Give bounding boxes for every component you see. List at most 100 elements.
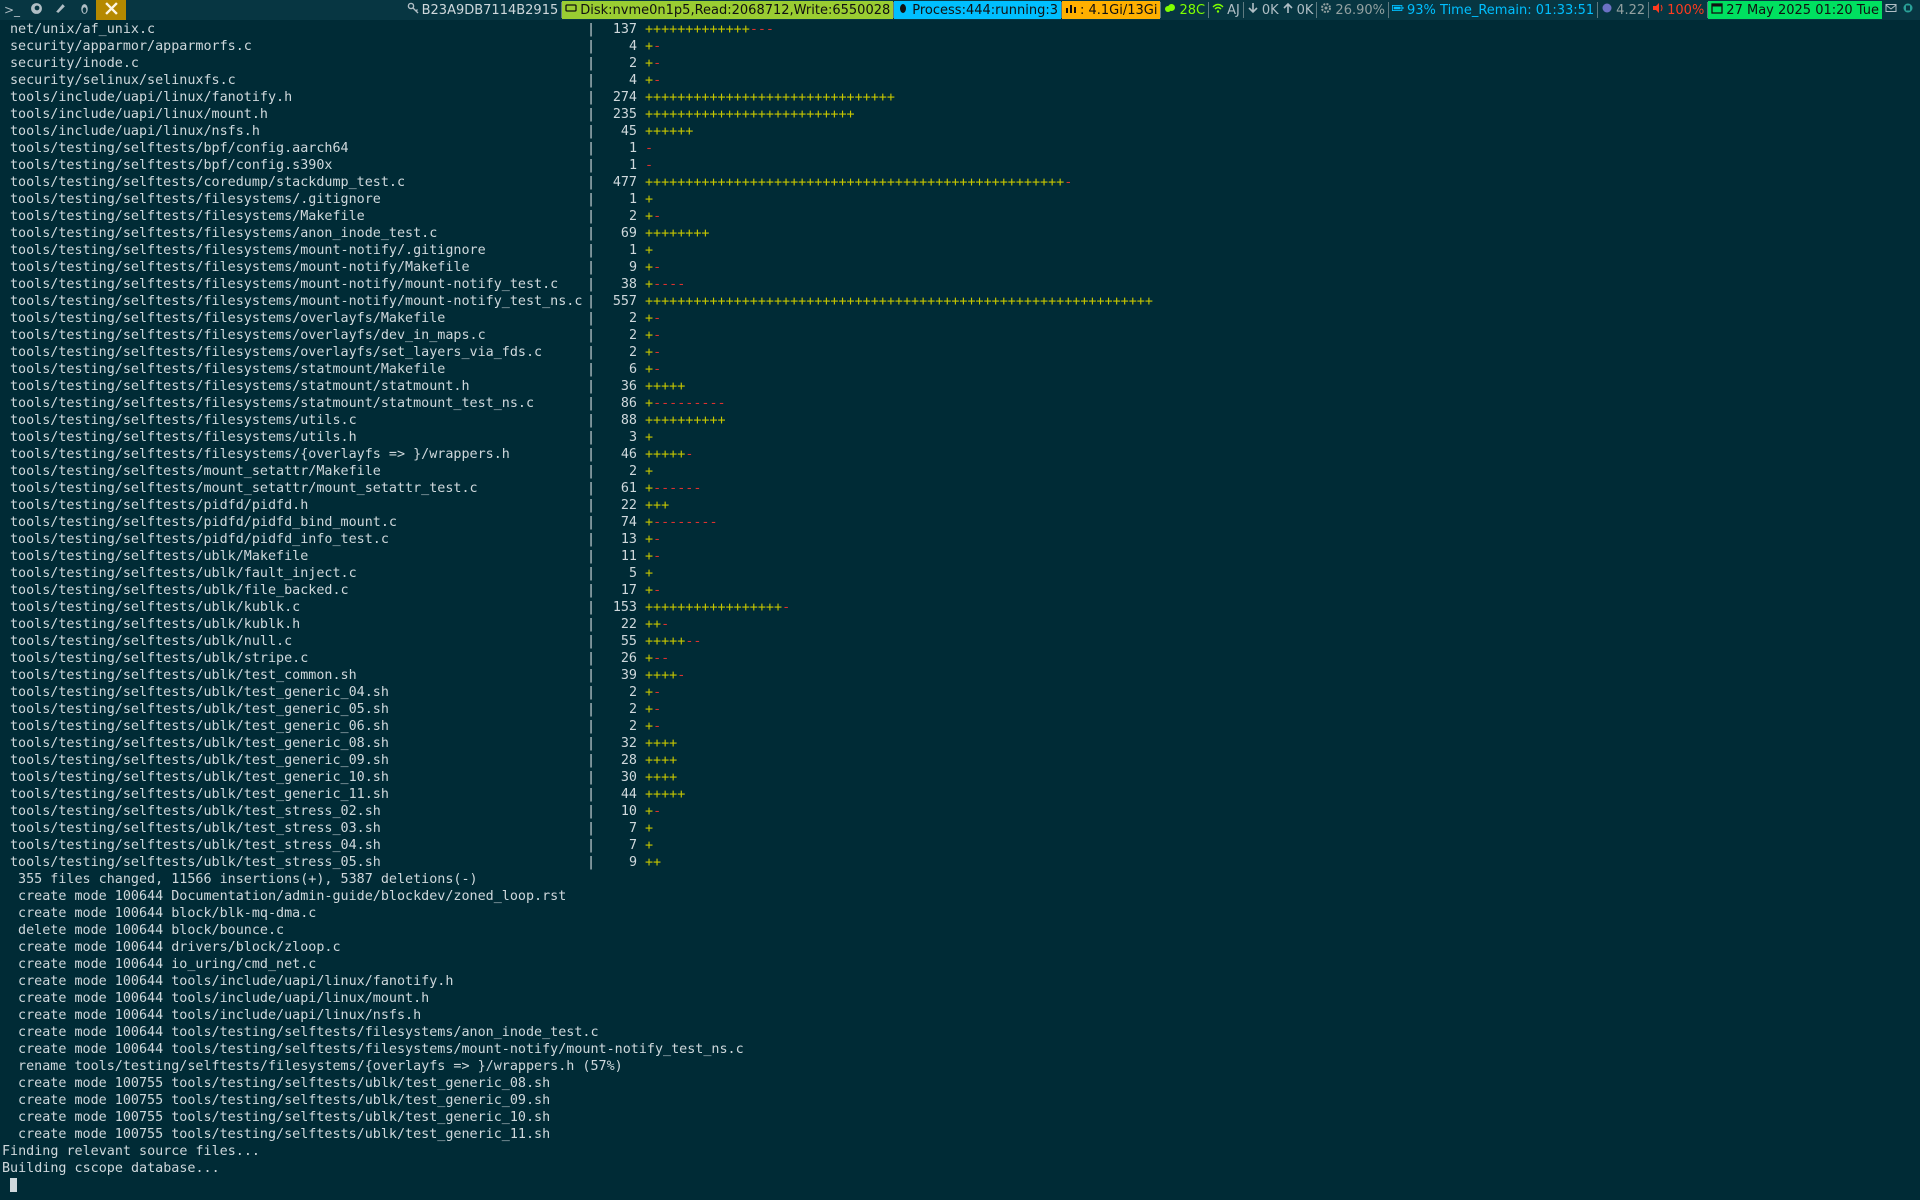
change-graph: +	[637, 463, 653, 480]
workspace-chat[interactable]	[48, 0, 72, 20]
insertions-bar: +	[645, 583, 654, 598]
workspace-tools[interactable]	[96, 0, 126, 20]
change-count: 13	[620, 532, 637, 547]
change-graph: +	[637, 191, 653, 208]
tools-icon	[104, 2, 118, 18]
change-graph: +	[637, 429, 653, 446]
output-line: create mode 100755 tools/testing/selftes…	[10, 1127, 551, 1142]
column-separator: |	[587, 90, 596, 105]
insertions-bar: +	[645, 73, 654, 88]
file-path: tools/testing/selftests/ublk/test_stress…	[10, 804, 381, 819]
file-path: tools/testing/selftests/pidfd/pidfd_info…	[10, 532, 389, 547]
diffstat-row: tools/testing/selftests/filesystems/util…	[10, 429, 1910, 446]
column-separator: |	[587, 345, 596, 360]
file-path: tools/include/uapi/linux/nsfs.h	[10, 124, 260, 139]
column-separator: |	[587, 430, 596, 445]
prompt-line[interactable]	[10, 1177, 1910, 1194]
diffstat-row: tools/testing/selftests/ublk/stripe.c | 26…	[10, 650, 1910, 667]
change-count: 2	[628, 685, 637, 700]
file-path: tools/testing/selftests/filesystems/Make…	[10, 209, 365, 224]
deletions-bar: -	[1064, 175, 1073, 190]
diffstat-row: tools/testing/selftests/ublk/file_backed…	[10, 582, 1910, 599]
insertions-bar: +	[645, 702, 654, 717]
calendar-icon	[1711, 2, 1723, 18]
change-count: 153	[612, 600, 637, 615]
cpu-segment: 26.90%	[1317, 0, 1388, 20]
cloud-icon	[1164, 2, 1176, 18]
change-graph: +-	[637, 718, 661, 735]
diffstat-row: tools/testing/selftests/filesystems/over…	[10, 327, 1910, 344]
diffstat-row: tools/testing/selftests/ublk/test_generi…	[10, 752, 1910, 769]
column-separator: |	[587, 719, 596, 734]
battery-segment: 93% Time_Remain: 01:33:51	[1389, 0, 1597, 20]
change-graph: +	[637, 837, 653, 854]
process-status: Process:444:running:3	[912, 2, 1058, 18]
change-count: 11	[620, 549, 637, 564]
output-line: delete mode 100644 block/bounce.c	[10, 923, 285, 938]
insertions-bar: ++++++++	[645, 226, 710, 241]
change-graph: +++	[637, 497, 669, 514]
insertions-bar: +	[645, 243, 654, 258]
file-path: tools/testing/selftests/filesystems/{ove…	[10, 447, 510, 462]
change-graph: +++++	[637, 378, 685, 395]
insertions-bar: +	[645, 430, 654, 445]
workspace-terminal[interactable]: >_	[0, 0, 24, 20]
column-separator: |	[587, 651, 596, 666]
workspace-linux[interactable]	[72, 0, 96, 20]
deletions-bar: -	[653, 311, 662, 326]
volume-level: 100%	[1667, 2, 1705, 18]
change-count: 22	[620, 498, 637, 513]
change-graph: +++++++++++++++++-	[637, 599, 790, 616]
column-separator: |	[587, 634, 596, 649]
diffstat-row: tools/testing/selftests/filesystems/Make…	[10, 208, 1910, 225]
file-path: tools/testing/selftests/filesystems/.git…	[10, 192, 381, 207]
brain-icon	[1601, 2, 1613, 18]
insertions-bar: +	[645, 192, 654, 207]
deletions-bar: -	[653, 804, 662, 819]
workspace-firefox[interactable]	[24, 0, 48, 20]
memory-segment: : 4.1Gi/13Gi	[1061, 1, 1161, 19]
change-graph: +	[637, 242, 653, 259]
diffstat-row: tools/testing/selftests/ublk/kublk.c | 153…	[10, 599, 1910, 616]
insertions-bar: +	[645, 515, 654, 530]
change-count: 88	[620, 413, 637, 428]
diffstat-row: tools/testing/selftests/coredump/stackdu…	[10, 174, 1910, 191]
diffstat-row: tools/testing/selftests/pidfd/pidfd_bind…	[10, 514, 1910, 531]
deletions-bar: ------	[653, 481, 702, 496]
diffstat-row: tools/testing/selftests/ublk/test_generi…	[10, 701, 1910, 718]
file-path: tools/testing/selftests/ublk/fault_injec…	[10, 566, 357, 581]
column-separator: |	[587, 209, 596, 224]
wifi-segment[interactable]: AJ	[1209, 0, 1243, 20]
mail-icon[interactable]	[1885, 2, 1897, 18]
file-path: tools/testing/selftests/pidfd/pidfd_bind…	[10, 515, 397, 530]
deletions-bar: -	[653, 39, 662, 54]
terminal-icon: >_	[3, 3, 21, 17]
diffstat-row: tools/testing/selftests/ublk/test_generi…	[10, 684, 1910, 701]
output-line: create mode 100644 tools/include/uapi/li…	[10, 1008, 422, 1023]
column-separator: |	[587, 855, 596, 870]
diffstat-row: tools/testing/selftests/bpf/config.aarch…	[10, 140, 1910, 157]
file-path: tools/testing/selftests/filesystems/anon…	[10, 226, 438, 241]
terminal-output[interactable]: net/unix/af_unix.c | 137 +++++++++++++--- se…	[2, 21, 1910, 1194]
insertions-bar: +	[645, 719, 654, 734]
diffstat-row: tools/testing/selftests/filesystems/stat…	[10, 361, 1910, 378]
change-graph: +---------	[637, 395, 726, 412]
volume-segment[interactable]: 100%	[1649, 0, 1707, 20]
change-count: 22	[620, 617, 637, 632]
diffstat-row: tools/testing/selftests/ublk/test_stress…	[10, 803, 1910, 820]
column-separator: |	[587, 838, 596, 853]
column-separator: |	[587, 124, 596, 139]
network-tray-icon[interactable]	[1902, 2, 1914, 18]
change-graph: -	[637, 140, 653, 157]
file-path: tools/testing/selftests/ublk/test_common…	[10, 668, 357, 683]
output-line: create mode 100644 block/blk-mq-dma.c	[10, 906, 317, 921]
disk-segment: Disk:nvme0n1p5,Read:2068712,Write:655002…	[562, 1, 894, 19]
column-separator: |	[587, 56, 596, 71]
deletions-bar: ---------	[653, 396, 726, 411]
change-graph: +-	[637, 701, 661, 718]
load-segment: 4.22	[1598, 0, 1648, 20]
date-segment[interactable]: 27 May 2025 01:20 Tue	[1708, 1, 1882, 19]
diffstat-row: tools/testing/selftests/ublk/Makefile | 11…	[10, 548, 1910, 565]
column-separator: |	[587, 736, 596, 751]
file-path: tools/testing/selftests/ublk/test_stress…	[10, 855, 381, 870]
